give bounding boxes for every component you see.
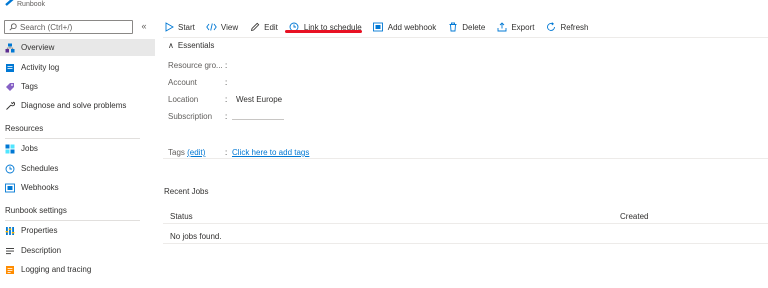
- essentials-toggle[interactable]: ∧ Essentials: [168, 41, 214, 50]
- field-separator: :: [225, 61, 228, 70]
- column-header-status[interactable]: Status: [170, 212, 193, 221]
- properties-icon: [5, 226, 15, 236]
- sidebar-item-label: Description: [21, 246, 62, 255]
- collapse-menu-button[interactable]: «: [138, 21, 150, 31]
- sidebar-item-diagnose[interactable]: Diagnose and solve problems: [0, 97, 155, 114]
- edit-button[interactable]: Edit: [249, 22, 278, 33]
- field-label: Account: [168, 78, 197, 87]
- add-webhook-label: Add webhook: [387, 22, 437, 32]
- sidebar-item-schedules[interactable]: Schedules: [0, 160, 155, 177]
- start-button[interactable]: Start: [163, 22, 195, 33]
- column-header-created[interactable]: Created: [620, 212, 648, 221]
- divider: [5, 138, 140, 139]
- code-icon: [206, 22, 217, 33]
- refresh-icon: [545, 22, 556, 33]
- sidebar-item-tags[interactable]: Tags: [0, 78, 155, 95]
- export-button[interactable]: Export: [496, 22, 534, 33]
- sidebar-item-overview[interactable]: Overview: [0, 39, 155, 56]
- sidebar-item-label: Activity log: [21, 63, 60, 72]
- command-bar: Start View Edit Link to schedule Add web…: [163, 18, 599, 36]
- divider: [5, 220, 140, 221]
- view-label: View: [220, 22, 239, 32]
- sidebar-item-label: Jobs: [21, 144, 38, 153]
- delete-label: Delete: [462, 22, 486, 32]
- sidebar-item-webhooks[interactable]: Webhooks: [0, 179, 155, 196]
- tag-icon: [5, 82, 15, 92]
- section-heading-runbook-settings: Runbook settings: [5, 206, 67, 215]
- essentials-label: Essentials: [177, 41, 215, 50]
- refresh-label: Refresh: [560, 22, 589, 32]
- wrench-icon: [5, 101, 15, 111]
- sidebar-item-label: Webhooks: [21, 183, 59, 192]
- sidebar-item-label: Overview: [21, 43, 55, 52]
- menu-search-box[interactable]: [4, 20, 133, 34]
- sidebar-item-description[interactable]: Description: [0, 242, 155, 259]
- annotation-underline: [285, 30, 362, 33]
- sidebar-item-label: Diagnose and solve problems: [21, 101, 127, 110]
- chevron-up-icon: ∧: [168, 41, 174, 50]
- logging-icon: [5, 265, 15, 275]
- edit-label: Edit: [264, 22, 278, 32]
- empty-message: No jobs found.: [170, 232, 222, 241]
- play-icon: [163, 22, 174, 33]
- export-label: Export: [511, 22, 535, 32]
- sidebar-item-label: Logging and tracing: [21, 265, 92, 274]
- field-value: West Europe: [236, 95, 283, 104]
- search-icon: [9, 23, 17, 31]
- jobs-icon: [5, 144, 15, 154]
- view-button[interactable]: View: [206, 22, 238, 33]
- jobs-table-header: Status Created: [163, 208, 768, 224]
- sidebar-item-activity-log[interactable]: Activity log: [0, 59, 155, 76]
- sidebar-item-label: Properties: [21, 226, 58, 235]
- description-icon: [5, 246, 15, 256]
- add-tags-link[interactable]: Click here to add tags: [232, 148, 309, 157]
- redacted-value: [232, 119, 284, 120]
- sidebar-item-logging[interactable]: Logging and tracing: [0, 261, 155, 278]
- blade-subtitle: Runbook: [17, 1, 46, 8]
- field-separator: :: [225, 78, 228, 87]
- field-separator: :: [225, 148, 228, 157]
- export-icon: [496, 22, 507, 33]
- webhook-icon: [373, 22, 384, 33]
- tags-label: Tags (edit): [168, 148, 224, 157]
- refresh-button[interactable]: Refresh: [545, 22, 588, 33]
- tags-label-text: Tags: [168, 148, 185, 157]
- start-label: Start: [178, 22, 195, 32]
- sidebar-item-properties[interactable]: Properties: [0, 222, 155, 239]
- clock-icon: [5, 164, 15, 174]
- divider: [163, 37, 768, 38]
- menu-search-input[interactable]: [20, 22, 130, 32]
- add-webhook-button[interactable]: Add webhook: [373, 22, 436, 33]
- sidebar-item-label: Tags: [21, 82, 38, 91]
- activity-log-icon: [5, 63, 15, 73]
- field-label: Location: [168, 95, 199, 104]
- tags-edit-link[interactable]: (edit): [187, 148, 205, 157]
- divider: [163, 158, 768, 159]
- section-heading-resources: Resources: [5, 124, 44, 133]
- field-separator: :: [225, 112, 228, 121]
- field-label: Resource gro...: [168, 61, 223, 70]
- sidebar-item-label: Schedules: [21, 164, 59, 173]
- recent-jobs-title: Recent Jobs: [164, 187, 209, 196]
- field-separator: :: [225, 95, 228, 104]
- sidebar-item-jobs[interactable]: Jobs: [0, 140, 155, 157]
- blade-header: Runbook: [0, 0, 768, 16]
- overview-icon: [5, 43, 15, 53]
- field-label: Subscription: [168, 112, 213, 121]
- trash-icon: [447, 22, 458, 33]
- delete-button[interactable]: Delete: [447, 22, 485, 33]
- jobs-empty-row: No jobs found.: [163, 226, 768, 244]
- pencil-icon: [249, 22, 260, 33]
- webhook-icon: [5, 183, 15, 193]
